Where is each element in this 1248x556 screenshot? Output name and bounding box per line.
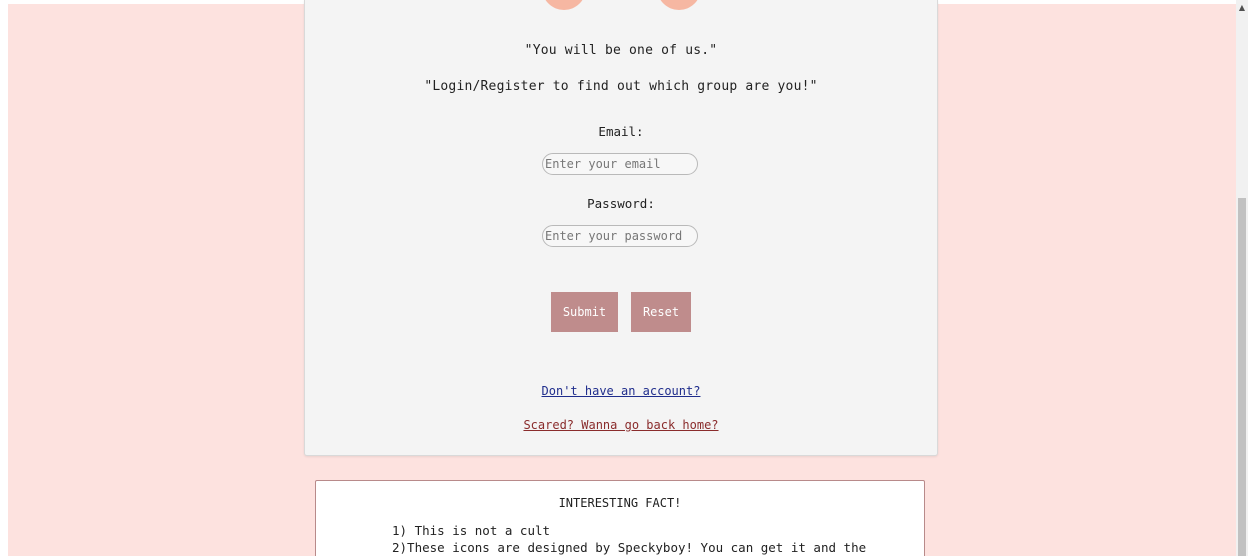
back-home-link[interactable]: Scared? Wanna go back home? xyxy=(305,418,937,432)
group-icon-right xyxy=(657,0,701,10)
scrollbar-thumb[interactable] xyxy=(1238,198,1246,556)
fact-line: 1) This is not a cult xyxy=(392,523,551,538)
left-edge xyxy=(0,0,8,556)
login-card: "You will be one of us." "Login/Register… xyxy=(304,0,938,456)
tagline-two: "Login/Register to find out which group … xyxy=(424,79,818,94)
fact-line: 2)These icons are designed by Speckyboy!… xyxy=(392,540,867,555)
interesting-fact-box: INTERESTING FACT! 1) This is not a cult … xyxy=(315,480,925,556)
group-icon-left xyxy=(542,0,586,10)
email-label: Email: xyxy=(598,124,644,139)
password-label: Password: xyxy=(587,196,655,211)
submit-button[interactable]: Submit xyxy=(551,292,618,332)
password-input[interactable] xyxy=(542,225,698,247)
vertical-scrollbar[interactable]: ▲ xyxy=(1236,0,1248,556)
register-link[interactable]: Don't have an account? xyxy=(305,384,937,398)
tagline-one: "You will be one of us." xyxy=(524,43,718,58)
email-input[interactable] xyxy=(542,153,698,175)
reset-button[interactable]: Reset xyxy=(631,292,691,332)
triangle-up-icon[interactable]: ▲ xyxy=(1236,0,1248,14)
fact-title: INTERESTING FACT! xyxy=(558,496,682,510)
